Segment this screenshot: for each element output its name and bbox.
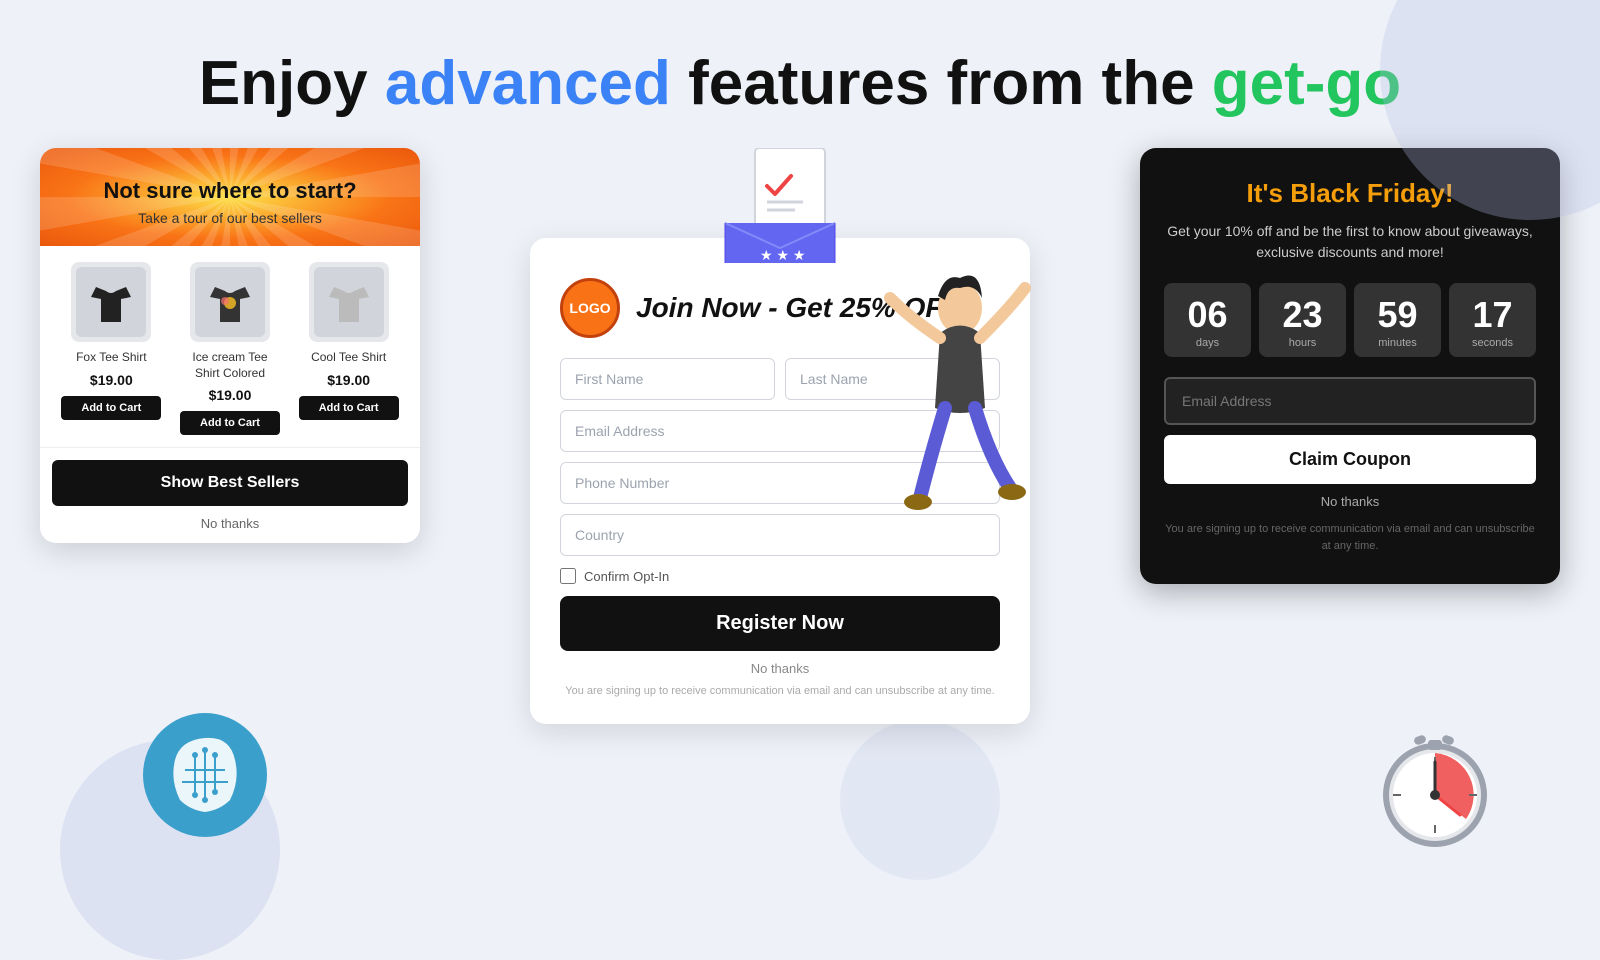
product-name-3: Cool Tee Shirt [299,350,399,366]
opt-in-row: Confirm Opt-In [560,568,1000,584]
bestsellers-no-thanks-link[interactable]: No thanks [52,516,408,531]
blackfriday-no-thanks[interactable]: No thanks [1164,494,1536,509]
show-best-sellers-button[interactable]: Show Best Sellers [52,460,408,506]
product-image-3 [309,262,389,342]
blackfriday-email-input[interactable] [1164,377,1536,425]
add-to-cart-button-1[interactable]: Add to Cart [61,396,161,420]
countdown-timer: 06 days 23 hours 59 minutes 17 seconds [1164,283,1536,357]
countdown-minutes: 59 minutes [1354,283,1441,357]
countdown-seconds: 17 seconds [1449,283,1536,357]
product-image-2 [190,262,270,342]
envelope-icon: ★ ★ ★ [715,148,845,268]
stopwatch-icon [1370,710,1500,840]
product-price-1: $19.00 [61,372,161,388]
first-name-input[interactable] [560,358,775,400]
opt-in-checkbox[interactable] [560,568,576,584]
center-section: ★ ★ ★ [450,148,1110,723]
claim-coupon-button[interactable]: Claim Coupon [1164,435,1536,484]
bestsellers-card: Not sure where to start? Take a tour of … [40,148,420,543]
brain-icon [140,710,270,840]
product-name-2: Ice cream Tee Shirt Colored [180,350,280,381]
product-image-1 [71,262,151,342]
hours-label: hours [1269,337,1336,349]
product-item-2: Ice cream Tee Shirt Colored $19.00 Add t… [180,262,280,435]
product-item-1: Fox Tee Shirt $19.00 Add to Cart [61,262,161,435]
seconds-label: seconds [1459,337,1526,349]
add-to-cart-button-3[interactable]: Add to Cart [299,396,399,420]
bestsellers-subtitle: Take a tour of our best sellers [60,210,400,226]
bestsellers-footer: Show Best Sellers No thanks [40,447,420,543]
days-label: days [1174,337,1241,349]
logo-badge: LOGO [560,278,620,338]
hours-value: 23 [1269,297,1336,333]
register-fine-print: You are signing up to receive communicat… [560,684,1000,699]
blackfriday-subtitle: Get your 10% off and be the first to kno… [1164,221,1536,263]
bestsellers-title: Not sure where to start? [60,178,400,204]
main-content: Not sure where to start? Take a tour of … [0,148,1600,723]
sunburst-content: Not sure where to start? Take a tour of … [60,178,400,226]
countdown-days: 06 days [1164,283,1251,357]
page-header: Enjoy advanced features from the get-go [0,0,1600,148]
product-item-3: Cool Tee Shirt $19.00 Add to Cart [299,262,399,435]
countdown-hours: 23 hours [1259,283,1346,357]
days-value: 06 [1174,297,1241,333]
seconds-value: 17 [1459,297,1526,333]
product-name-1: Fox Tee Shirt [61,350,161,366]
blackfriday-fine-print: You are signing up to receive communicat… [1164,521,1536,554]
jumping-girl-decoration [870,258,1050,538]
bg-decoration-bottom-right [840,720,1000,880]
sunburst-header: Not sure where to start? Take a tour of … [40,148,420,246]
register-button[interactable]: Register Now [560,596,1000,651]
svg-text:★ ★ ★: ★ ★ ★ [760,247,805,263]
minutes-label: minutes [1364,337,1431,349]
products-grid: Fox Tee Shirt $19.00 Add to Cart Ice cre… [40,246,420,447]
add-to-cart-button-2[interactable]: Add to Cart [180,411,280,435]
minutes-value: 59 [1364,297,1431,333]
product-price-3: $19.00 [299,372,399,388]
register-no-thanks[interactable]: No thanks [560,661,1000,676]
header-middle: features from the [671,49,1212,118]
header-prefix: Enjoy [199,49,385,118]
header-blue-word: advanced [385,49,671,118]
header-green-word: get-go [1212,49,1401,118]
opt-in-label: Confirm Opt-In [584,569,669,584]
product-price-2: $19.00 [180,387,280,403]
register-card: LOGO Join Now - Get 25% OFF Confirm Opt-… [530,238,1030,723]
